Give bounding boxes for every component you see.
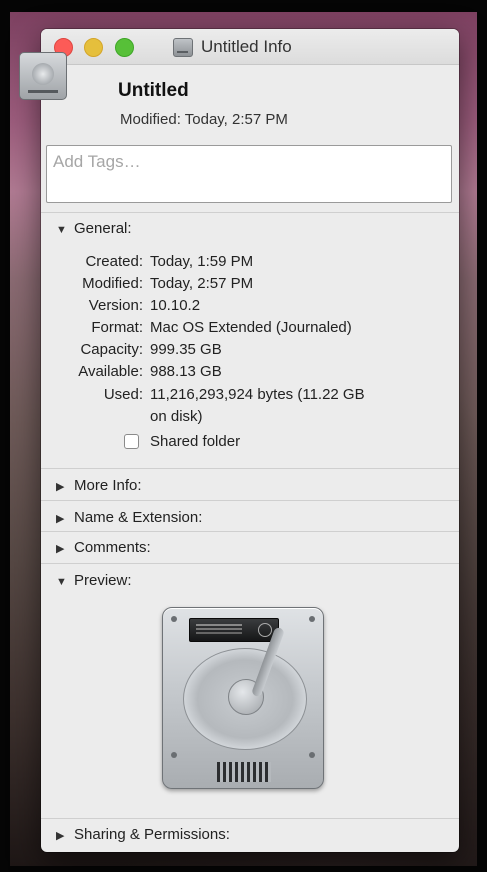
window-title: Untitled Info	[173, 36, 292, 58]
section-comments-label: Comments:	[74, 539, 151, 556]
divider	[41, 212, 459, 213]
info-label: Modified:	[82, 275, 143, 292]
section-comments[interactable]: ▶ Comments:	[56, 539, 151, 556]
disclosure-collapsed-icon: ▶	[56, 543, 65, 555]
screw-icon	[171, 752, 177, 758]
info-row-modified: Modified: Today, 2:57 PM	[0, 275, 487, 295]
section-general-label: General:	[74, 220, 132, 237]
screw-icon	[309, 752, 315, 758]
section-sharing-label: Sharing & Permissions:	[74, 826, 230, 843]
window-title-text: Untitled Info	[201, 37, 292, 56]
item-name: Untitled	[118, 80, 189, 101]
divider	[41, 468, 459, 469]
disclosure-expanded-icon: ▼	[56, 224, 67, 236]
screen-border	[0, 0, 10, 872]
title-bar[interactable]: Untitled Info	[41, 29, 459, 65]
divider	[41, 818, 459, 819]
info-row-capacity: Capacity: 999.35 GB	[0, 341, 487, 361]
info-value: 988.13 GB	[150, 363, 222, 380]
section-name-extension-label: Name & Extension:	[74, 509, 203, 526]
drive-label-plate	[189, 618, 279, 642]
divider	[41, 563, 459, 564]
minimize-button[interactable]	[84, 38, 103, 57]
info-label: Used:	[103, 386, 143, 403]
section-general[interactable]: ▼ General:	[56, 220, 132, 237]
screen-border	[0, 866, 487, 872]
drive-platter	[183, 648, 307, 750]
divider	[41, 531, 459, 532]
info-value: Today, 2:57 PM	[150, 275, 254, 292]
info-label: Capacity:	[80, 341, 143, 358]
disclosure-expanded-icon: ▼	[56, 576, 67, 588]
disclosure-collapsed-icon: ▶	[56, 513, 65, 525]
info-value: 10.10.2	[150, 297, 201, 314]
hard-drive-icon	[173, 37, 193, 57]
divider	[41, 500, 459, 501]
drive-vents	[217, 762, 271, 782]
section-more-info-label: More Info:	[74, 477, 142, 494]
hard-drive-icon	[19, 52, 67, 100]
screen-border	[0, 0, 487, 12]
info-value: 999.35 GB	[150, 341, 222, 358]
shared-folder-checkbox[interactable]	[124, 434, 139, 449]
screen-border	[477, 0, 487, 872]
section-sharing-permissions[interactable]: ▶ Sharing & Permissions:	[56, 826, 230, 843]
tags-field[interactable]: Add Tags…	[46, 145, 452, 203]
info-label: Version:	[88, 297, 143, 314]
info-value: 11,216,293,924 bytes (11.22 GB	[150, 386, 365, 403]
screw-icon	[309, 616, 315, 622]
item-modified: Modified: Today, 2:57 PM	[120, 111, 288, 128]
info-value: Mac OS Extended (Journaled)	[150, 319, 352, 336]
info-label: Created:	[85, 253, 143, 270]
section-name-extension[interactable]: ▶ Name & Extension:	[56, 509, 202, 526]
info-label: Format:	[91, 319, 143, 336]
info-value-used-cont: on disk)	[150, 408, 203, 425]
info-row-available: Available: 988.13 GB	[0, 363, 487, 383]
section-more-info[interactable]: ▶ More Info:	[56, 477, 142, 494]
info-row-version: Version: 10.10.2	[0, 297, 487, 317]
info-value: Today, 1:59 PM	[150, 253, 254, 270]
disclosure-collapsed-icon: ▶	[56, 830, 65, 842]
disclosure-collapsed-icon: ▶	[56, 481, 65, 493]
screw-icon	[171, 616, 177, 622]
shared-folder-label: Shared folder	[150, 433, 241, 450]
info-row-used: Used: 11,216,293,924 bytes (11.22 GB	[0, 386, 487, 406]
info-label: Available:	[78, 363, 143, 380]
info-row-created: Created: Today, 1:59 PM	[0, 253, 487, 273]
section-preview-label: Preview:	[74, 572, 132, 589]
section-preview[interactable]: ▼ Preview:	[56, 572, 132, 589]
zoom-button[interactable]	[115, 38, 134, 57]
info-row-format: Format: Mac OS Extended (Journaled)	[0, 319, 487, 339]
hard-drive-preview-icon	[162, 607, 324, 789]
